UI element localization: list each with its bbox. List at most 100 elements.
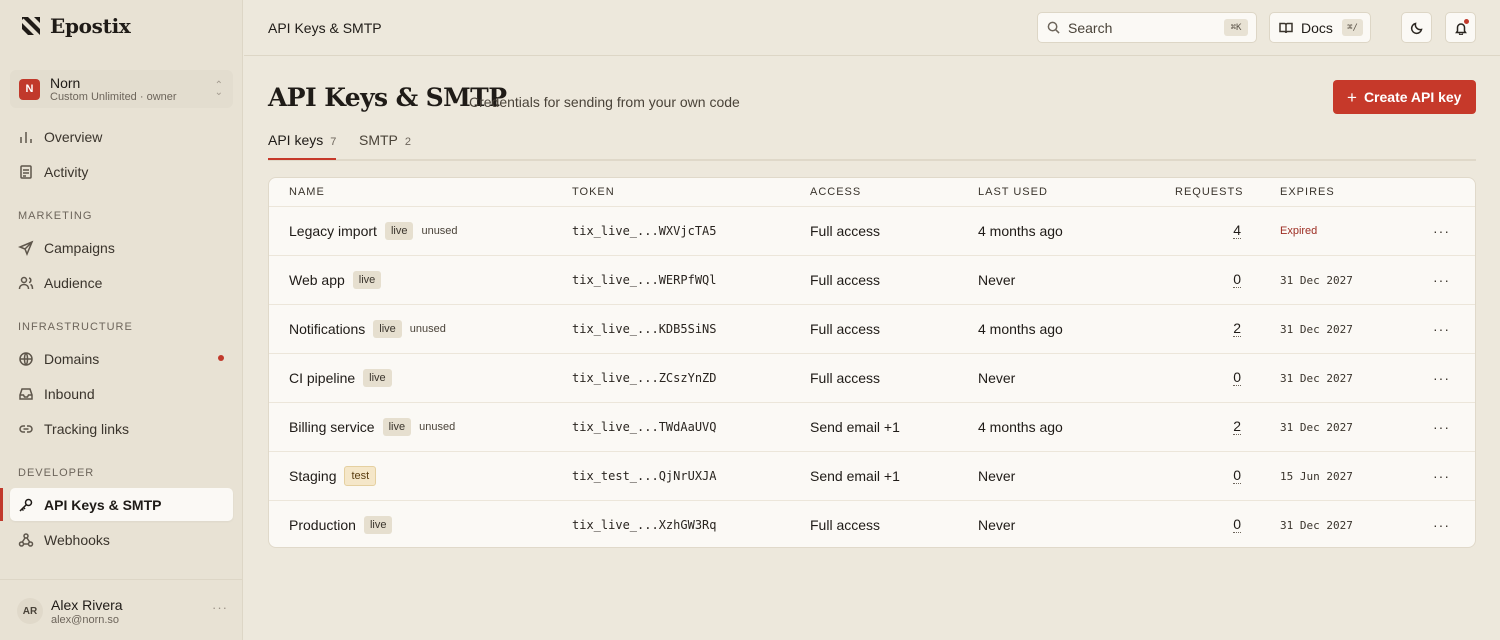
sidebar-item-inbound[interactable]: Inbound bbox=[10, 377, 233, 410]
sidebar: Epostix N Norn Custom Unlimited · owner … bbox=[0, 0, 243, 640]
notification-dot bbox=[218, 355, 224, 361]
column-header-requests[interactable]: REQUESTS bbox=[1175, 186, 1244, 198]
row-menu-icon[interactable]: ··· bbox=[1433, 354, 1450, 402]
activity-icon bbox=[20, 164, 32, 179]
api-keys-table: NAME TOKEN ACCESS LAST USED REQUESTS EXP… bbox=[268, 177, 1476, 548]
docs-label: Docs bbox=[1301, 19, 1333, 36]
token-value[interactable]: tix_test_...QjNrUXJA bbox=[572, 452, 717, 500]
search-input[interactable]: Search ⌘K bbox=[1037, 12, 1257, 43]
avatar[interactable]: AR bbox=[17, 598, 43, 624]
sidebar-item-overview[interactable]: Overview bbox=[10, 120, 233, 153]
column-header-last-used[interactable]: LAST USED bbox=[978, 186, 1048, 198]
sidebar-item-label: Audience bbox=[44, 274, 103, 291]
webhook-icon bbox=[18, 532, 34, 547]
requests-value[interactable]: 2 bbox=[1233, 321, 1241, 337]
key-name: Legacy import bbox=[289, 223, 377, 239]
requests-value[interactable]: 4 bbox=[1233, 223, 1241, 239]
token-value[interactable]: tix_live_...WERPfWQl bbox=[572, 256, 717, 304]
column-header-token[interactable]: TOKEN bbox=[572, 186, 615, 198]
workspace-switcher[interactable]: N Norn Custom Unlimited · owner ⌃ ⌄ bbox=[10, 70, 233, 108]
active-indicator bbox=[0, 488, 3, 521]
unused-label: unused bbox=[409, 323, 446, 335]
key-name-cell: Web app live bbox=[289, 256, 382, 304]
row-menu-icon[interactable]: ··· bbox=[1433, 403, 1450, 451]
expires-value: 31 Dec 2027 bbox=[1280, 518, 1353, 532]
sidebar-item-audience[interactable]: Audience bbox=[10, 266, 233, 299]
sidebar-item-webhooks[interactable]: Webhooks bbox=[10, 523, 233, 556]
expires-value: 31 Dec 2027 bbox=[1280, 273, 1353, 287]
token-value[interactable]: tix_live_...TWdAaUVQ bbox=[572, 403, 717, 451]
section-developer: DEVELOPER bbox=[18, 467, 95, 479]
requests-value[interactable]: 0 bbox=[1233, 517, 1241, 533]
moon-icon bbox=[1410, 21, 1423, 34]
section-infrastructure: INFRASTRUCTURE bbox=[18, 321, 133, 333]
env-badge: live bbox=[352, 271, 382, 289]
table-row[interactable]: Billing service live unused tix_live_...TWd… bbox=[269, 402, 1475, 451]
key-name-cell: Legacy import live unused bbox=[289, 207, 458, 255]
tab-smtp[interactable]: SMTP 2 bbox=[359, 132, 411, 148]
row-menu-icon[interactable]: ··· bbox=[1433, 501, 1450, 547]
table-row[interactable]: CI pipeline live tix_live_...ZCszYnZD Full … bbox=[269, 353, 1475, 402]
key-name-cell: Production live bbox=[289, 501, 393, 547]
notification-dot bbox=[1464, 19, 1469, 24]
key-name: Notifications bbox=[289, 321, 366, 337]
requests-value[interactable]: 2 bbox=[1233, 419, 1241, 435]
row-menu-icon[interactable]: ··· bbox=[1433, 452, 1450, 500]
brand-logo-icon bbox=[22, 17, 40, 35]
token-value[interactable]: tix_live_...KDB5SiNS bbox=[572, 305, 717, 353]
sidebar-item-api-keys[interactable]: API Keys & SMTP bbox=[10, 488, 233, 521]
table-row[interactable]: Staging test tix_test_...QjNrUXJA Send emai… bbox=[269, 451, 1475, 500]
key-name: CI pipeline bbox=[289, 370, 356, 386]
more-icon[interactable]: ··· bbox=[212, 600, 228, 615]
sidebar-item-tracking-links[interactable]: Tracking links bbox=[10, 412, 233, 445]
theme-toggle-button[interactable] bbox=[1401, 12, 1432, 43]
tab-active-underline bbox=[268, 158, 336, 160]
book-icon bbox=[1279, 22, 1293, 33]
table-row[interactable]: Web app live tix_live_...WERPfWQl Full acce… bbox=[269, 255, 1475, 304]
row-menu-icon[interactable]: ··· bbox=[1433, 207, 1450, 255]
users-icon bbox=[18, 276, 34, 289]
sidebar-item-label: Activity bbox=[44, 163, 89, 180]
row-menu-icon[interactable]: ··· bbox=[1433, 256, 1450, 304]
tab-api-keys[interactable]: API keys 7 bbox=[268, 132, 336, 148]
requests-cell: 4 bbox=[1199, 207, 1241, 255]
sidebar-item-campaigns[interactable]: Campaigns bbox=[10, 231, 233, 264]
user-email: alex@norn.so bbox=[51, 614, 120, 626]
sidebar-item-activity[interactable]: Activity bbox=[10, 155, 233, 188]
table-row[interactable]: Notifications live unused tix_live_...KDB5S… bbox=[269, 304, 1475, 353]
last-used-value: Never bbox=[978, 517, 1016, 533]
token-value[interactable]: tix_live_...XzhGW3Rq bbox=[572, 501, 717, 547]
sidebar-item-domains[interactable]: Domains bbox=[10, 342, 233, 375]
brand[interactable]: Epostix bbox=[20, 14, 131, 38]
link-icon bbox=[19, 424, 33, 433]
access-value: Full access bbox=[810, 321, 881, 337]
notifications-button[interactable] bbox=[1445, 12, 1476, 43]
search-placeholder: Search bbox=[1068, 19, 1113, 36]
access-value: Send email +1 bbox=[810, 468, 900, 484]
column-header-expires[interactable]: EXPIRES bbox=[1280, 186, 1335, 198]
section-marketing: MARKETING bbox=[18, 210, 93, 222]
column-header-name[interactable]: NAME bbox=[289, 186, 325, 198]
access-value: Full access bbox=[810, 272, 881, 288]
table-row[interactable]: Legacy import live unused tix_live_...WXVjc… bbox=[269, 206, 1475, 255]
key-name-cell: Billing service live unused bbox=[289, 403, 455, 451]
requests-value[interactable]: 0 bbox=[1233, 272, 1241, 288]
requests-cell: 0 bbox=[1199, 501, 1241, 547]
requests-value[interactable]: 0 bbox=[1233, 370, 1241, 386]
token-value[interactable]: tix_live_...WXVjcTA5 bbox=[572, 207, 717, 255]
docs-button[interactable]: Docs ⌘/ bbox=[1269, 12, 1371, 43]
table-row[interactable]: Production live tix_live_...XzhGW3Rq Full a… bbox=[269, 500, 1475, 547]
token-value[interactable]: tix_live_...ZCszYnZD bbox=[572, 354, 717, 402]
env-badge: live bbox=[363, 369, 392, 387]
requests-value[interactable]: 0 bbox=[1233, 468, 1241, 484]
create-api-key-button[interactable]: + Create API key bbox=[1333, 80, 1476, 114]
row-menu-icon[interactable]: ··· bbox=[1433, 305, 1450, 353]
column-header-access[interactable]: ACCESS bbox=[810, 186, 861, 198]
sidebar-item-label: Tracking links bbox=[44, 420, 130, 437]
expires-value: 31 Dec 2027 bbox=[1280, 371, 1353, 385]
tab-label: API keys bbox=[268, 132, 324, 148]
workspace-name: Norn bbox=[50, 74, 81, 91]
key-name: Billing service bbox=[289, 419, 375, 435]
workspace-avatar: N bbox=[19, 78, 40, 100]
unused-label: unused bbox=[421, 225, 458, 237]
